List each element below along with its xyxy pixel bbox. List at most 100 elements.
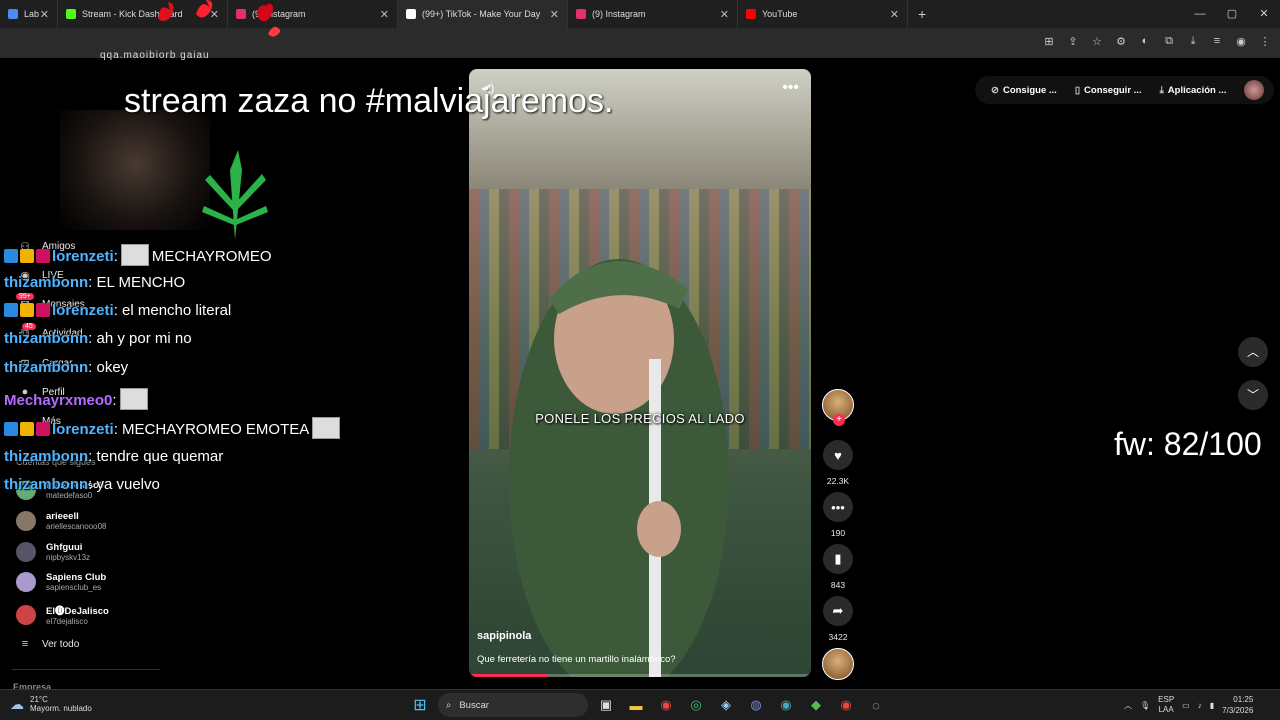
- chat-text: : el mencho literal: [113, 302, 232, 319]
- video-author[interactable]: sapipinola: [477, 630, 531, 642]
- share-button[interactable]: ➦ 3422: [822, 596, 854, 642]
- sound-disc-button[interactable]: [822, 648, 854, 680]
- video-progress-bar[interactable]: [469, 674, 811, 677]
- network-icon[interactable]: ▭: [1182, 701, 1190, 710]
- whatsapp-icon[interactable]: ◎: [684, 693, 708, 717]
- leaf-graphic: [202, 150, 268, 240]
- clock-date: 7/3/2026: [1222, 706, 1254, 715]
- lang-bottom: LAA: [1158, 705, 1174, 714]
- chat-username: thizambonn: [4, 274, 89, 291]
- following-account[interactable]: Ghfguui nipbyskv13z: [16, 542, 90, 562]
- profile-icon[interactable]: ◉: [1234, 35, 1248, 48]
- chat-username: thizambonn: [4, 330, 89, 347]
- chrome-icon[interactable]: ◉: [654, 693, 678, 717]
- following-account[interactable]: arieeell ariellescanooo08: [16, 511, 107, 531]
- weather-desc: Mayorm. nublado: [30, 704, 92, 713]
- next-video-button[interactable]: ﹀: [1238, 380, 1268, 410]
- creator-avatar-button[interactable]: +: [822, 389, 854, 426]
- avatar: [16, 542, 36, 562]
- extension-icon[interactable]: ⚙: [1114, 35, 1128, 48]
- video-player[interactable]: ◀) ••• PONELE LOS PRECIOS AL LADO sapipi…: [469, 69, 811, 677]
- new-tab-button[interactable]: +: [908, 6, 936, 22]
- browser-tab[interactable]: (9) Instagram ✕: [568, 0, 738, 28]
- chat-message: thizambonn: EL MENCHO: [4, 274, 185, 291]
- cast-icon[interactable]: ⇪: [1066, 35, 1080, 48]
- subscriber-badge-icon: [36, 303, 50, 317]
- tab-favicon-icon: [746, 9, 756, 19]
- maximize-button[interactable]: ▢: [1216, 0, 1248, 28]
- tab-close-icon[interactable]: ✕: [890, 8, 899, 21]
- downloads-icon[interactable]: ⤓: [1186, 35, 1200, 48]
- get-app-button[interactable]: ▯ Conseguir ...: [1069, 85, 1148, 96]
- save-button[interactable]: ▮ 843: [822, 544, 854, 590]
- comment-button[interactable]: ••• 190: [822, 492, 854, 538]
- chrome-alt-icon[interactable]: ◉: [834, 693, 858, 717]
- start-button[interactable]: ⊞: [408, 693, 432, 717]
- obs-icon[interactable]: ◌: [864, 693, 888, 717]
- chat-text: : okey: [88, 359, 129, 376]
- steam-icon[interactable]: ◈: [714, 693, 738, 717]
- microphone-icon[interactable]: 🎙: [1140, 701, 1150, 710]
- video-caption: PONELE LOS PRECIOS AL LADO: [535, 411, 745, 426]
- tab-close-icon[interactable]: ✕: [40, 8, 49, 21]
- clock[interactable]: 01:25 7/3/2026: [1222, 694, 1253, 716]
- tab-close-icon[interactable]: ✕: [720, 8, 729, 21]
- stream-title: stream zaza no #malviajaremos.: [124, 82, 614, 120]
- subscriber-badge-icon: [36, 249, 50, 263]
- more-options-icon[interactable]: •••: [782, 79, 799, 97]
- browser-tab[interactable]: Lab ✕: [0, 0, 58, 28]
- user-avatar[interactable]: [1244, 80, 1265, 100]
- weather-widget[interactable]: ☁ 21°C Mayorm. nublado: [10, 695, 92, 713]
- extensions-icon[interactable]: ⧉: [1162, 35, 1176, 48]
- chat-text: : MECHAYROMEO EMOTEA: [113, 421, 310, 438]
- menu-icon[interactable]: ⋮: [1258, 35, 1272, 48]
- taskbar-search[interactable]: ⌕ Buscar: [438, 693, 588, 717]
- chat-emote: [312, 417, 341, 439]
- like-button[interactable]: ♥ 22.3K: [822, 440, 854, 486]
- chevron-up-icon: ︿: [1246, 345, 1259, 359]
- browser-tab[interactable]: YouTube ✕: [738, 0, 908, 28]
- follow-plus-icon[interactable]: +: [833, 414, 845, 426]
- translate-icon[interactable]: ⊞: [1042, 35, 1056, 48]
- previous-video-button[interactable]: ︿: [1238, 337, 1268, 367]
- discord-icon[interactable]: ◍: [744, 693, 768, 717]
- language-indicator[interactable]: ESP LAA: [1158, 695, 1174, 715]
- battery-icon[interactable]: ▮: [1210, 701, 1214, 710]
- see-all-label: Ver todo: [42, 638, 80, 650]
- theme-icon[interactable]: ◐: [1138, 35, 1152, 48]
- window-controls: — ▢ ✕: [1184, 0, 1280, 28]
- following-account[interactable]: El🅓DeJalisco el7dejalisco: [16, 603, 109, 626]
- minecraft-icon[interactable]: ◆: [804, 693, 828, 717]
- avatar: [16, 604, 36, 625]
- account-handle: nipbyskv13z: [46, 553, 91, 562]
- windows-taskbar: ☁ 21°C Mayorm. nublado ⊞ ⌕ Buscar ▣ ▬ ◉ …: [0, 689, 1280, 720]
- volume-icon[interactable]: ♪: [1198, 701, 1202, 710]
- file-explorer-icon[interactable]: ▬: [624, 693, 648, 717]
- tab-title: (99+) TikTok - Make Your Day: [422, 9, 541, 19]
- tray-overflow-icon[interactable]: ︿: [1124, 700, 1132, 711]
- account-text: El🅓DeJalisco el7dejalisco: [46, 603, 109, 626]
- chrome-active-icon[interactable]: ◉: [774, 693, 798, 717]
- chat-text: MECHAYROMEO: [151, 248, 272, 265]
- subscriber-badge-icon: [36, 422, 50, 436]
- bookmark-star-icon[interactable]: ☆: [1090, 35, 1104, 48]
- account-text: Sapiens Club sapiensclub_es: [46, 572, 106, 592]
- close-window-button[interactable]: ✕: [1248, 0, 1280, 28]
- download-app-button[interactable]: ⤓ Aplicación ...: [1154, 85, 1233, 96]
- tab-close-icon[interactable]: ✕: [550, 8, 559, 21]
- sound-disc-icon: [822, 648, 854, 680]
- chat-username: thizambonn: [4, 359, 89, 376]
- see-all-link[interactable]: ≡ Ver todo: [16, 638, 79, 650]
- top-button-label: Aplicación ...: [1167, 84, 1227, 96]
- account-name: El🅓DeJalisco: [46, 606, 109, 617]
- following-account[interactable]: Sapiens Club sapiensclub_es: [16, 572, 106, 592]
- search-placeholder: Buscar: [459, 699, 489, 711]
- minimize-button[interactable]: —: [1184, 0, 1216, 28]
- chat-message: thizambonn: ya vuelvo: [4, 476, 160, 493]
- get-coins-button[interactable]: ⊘ Consigue ...: [985, 85, 1063, 96]
- browser-tab[interactable]: (99+) TikTok - Make Your Day ✕: [398, 0, 568, 28]
- tab-close-icon[interactable]: ✕: [380, 8, 389, 21]
- task-view-icon[interactable]: ▣: [594, 693, 618, 717]
- chat-username: lorenzeti: [52, 248, 114, 265]
- reading-list-icon[interactable]: ≡: [1210, 35, 1224, 48]
